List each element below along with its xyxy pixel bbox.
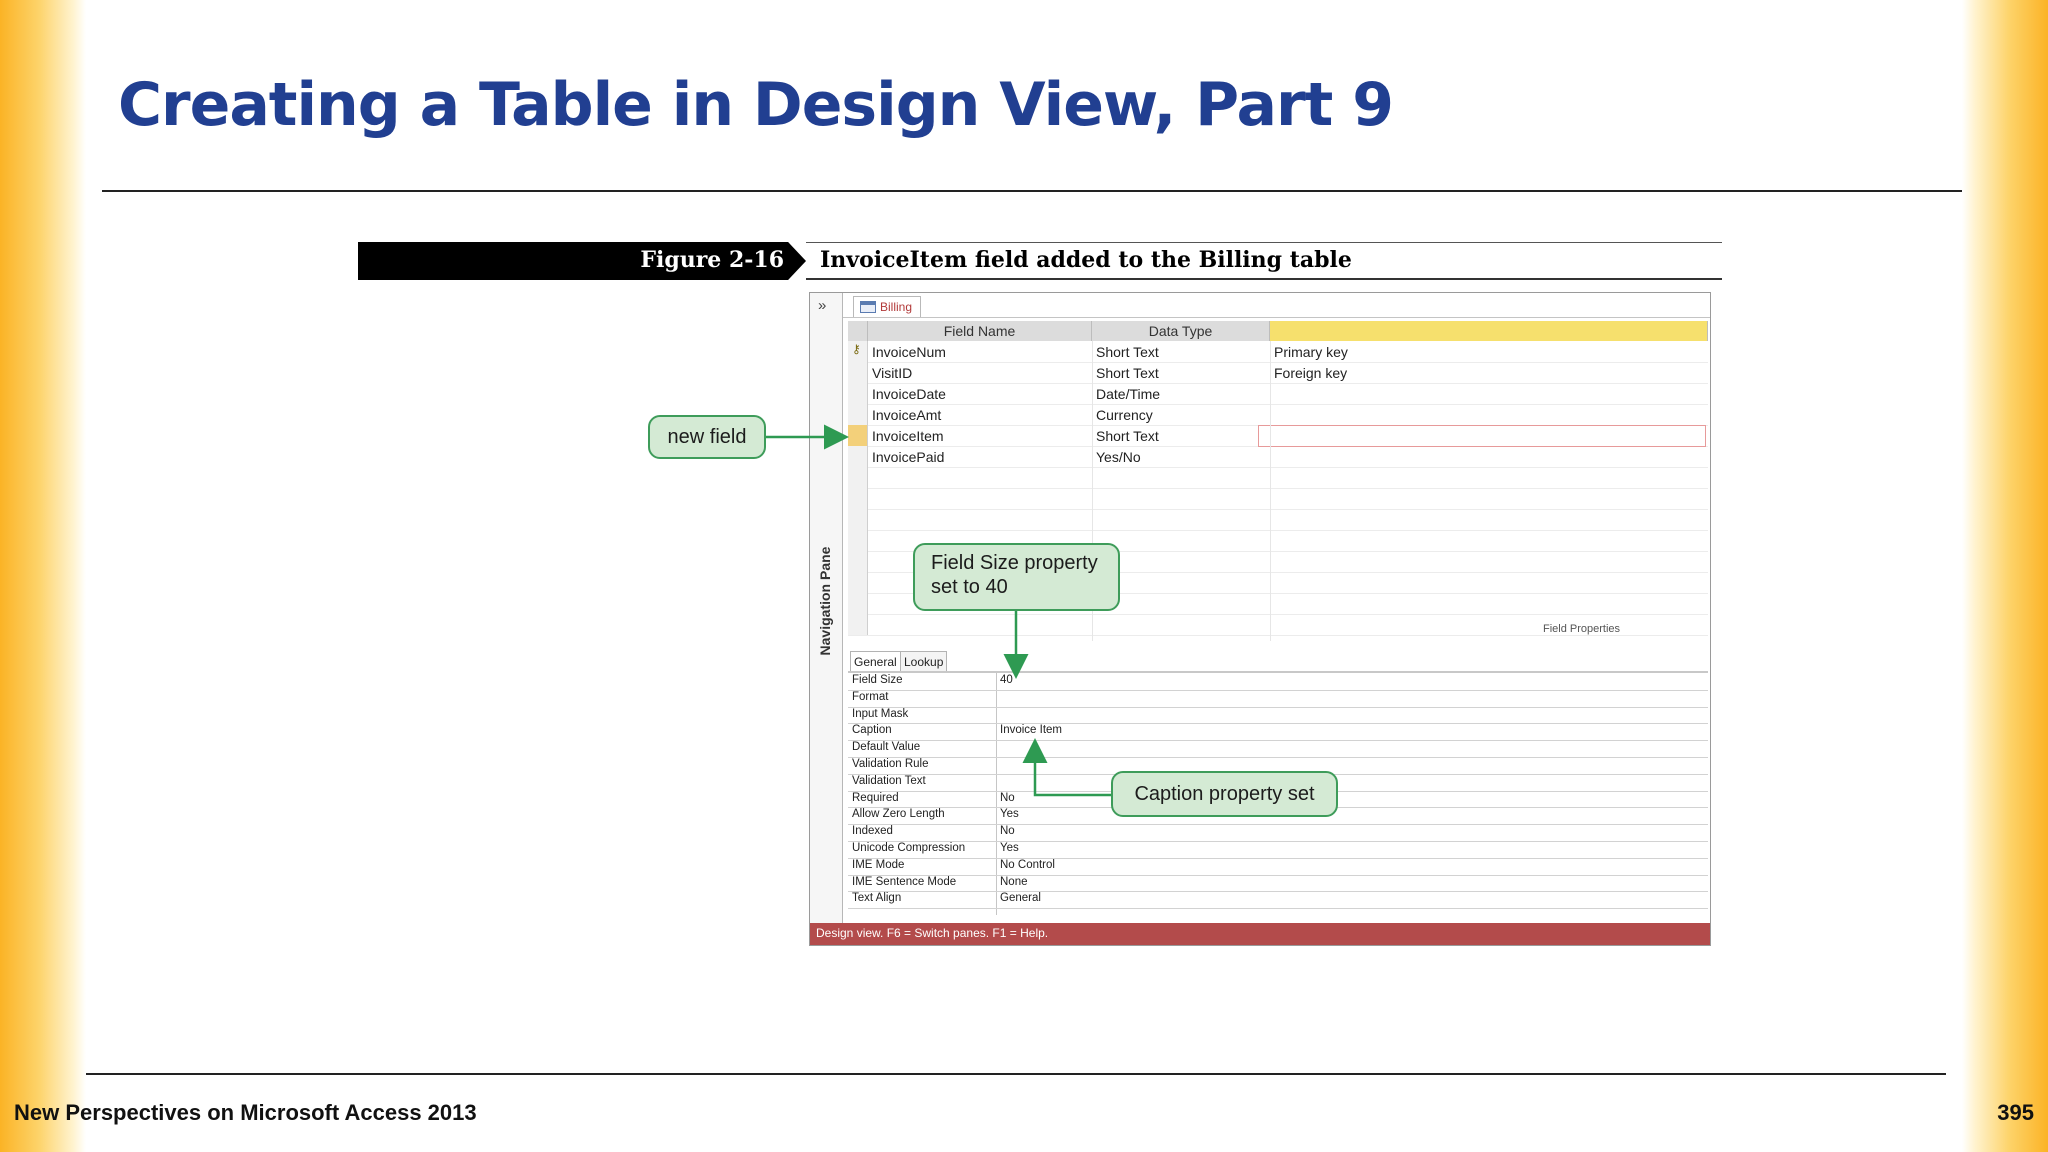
- page-number: 395: [1997, 1100, 2034, 1125]
- caption-arrow: [1022, 738, 1111, 797]
- footer-text: New Perspectives on Microsoft Access 201…: [14, 1100, 477, 1125]
- callout-arrows: [766, 424, 1111, 797]
- footer-divider: [86, 1073, 1946, 1075]
